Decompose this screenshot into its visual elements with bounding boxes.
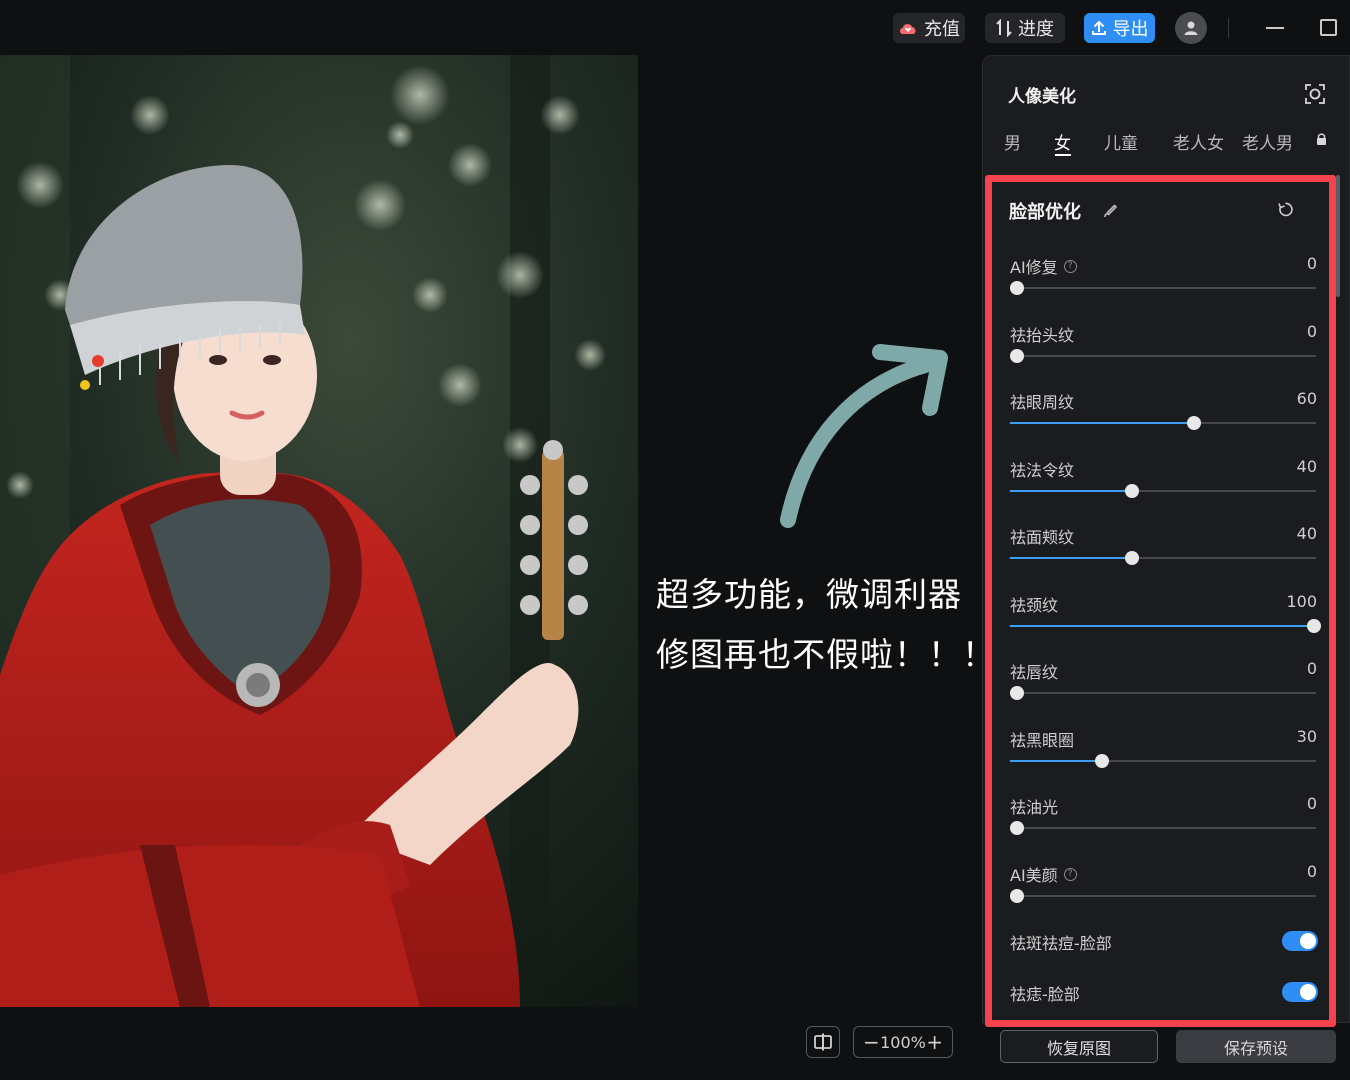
portrait-photo — [0, 55, 638, 1007]
tab-elderly-female[interactable]: 老人女 — [1173, 129, 1224, 154]
pointing-arrow-icon — [780, 344, 948, 528]
zoom-in-button[interactable]: + — [926, 1030, 943, 1054]
tab-active-indicator — [1055, 154, 1071, 156]
tab-female[interactable]: 女 — [1054, 129, 1071, 154]
progress-button[interactable]: 进度 — [985, 13, 1065, 43]
avatar[interactable] — [1175, 12, 1207, 44]
upload-icon — [1091, 20, 1106, 35]
maximize-icon[interactable] — [1320, 19, 1337, 36]
lock-icon — [1317, 133, 1326, 145]
zoom-control: − 100% + — [853, 1026, 953, 1058]
progress-label: 进度 — [1018, 19, 1054, 40]
top-bar: 充值 进度 导出 — [0, 0, 1350, 55]
tab-child[interactable]: 儿童 — [1104, 129, 1138, 154]
toolbar-divider — [1228, 18, 1229, 38]
export-button[interactable]: 导出 — [1084, 13, 1155, 43]
split-compare-icon — [814, 1033, 832, 1051]
restore-original-button[interactable]: 恢复原图 — [1000, 1030, 1158, 1063]
save-preset-button[interactable]: 保存预设 — [1176, 1030, 1336, 1063]
panel-scrollbar[interactable] — [1336, 175, 1340, 297]
sort-arrows-icon — [996, 19, 1012, 37]
tab-elderly-male[interactable]: 老人男 — [1242, 129, 1293, 154]
caption-line-1: 超多功能，微调利器 — [656, 575, 962, 614]
zoom-level: 100% — [880, 1032, 926, 1052]
export-label: 导出 — [1112, 19, 1149, 40]
recharge-button[interactable]: 充值 — [893, 13, 965, 43]
recharge-label: 充值 — [924, 19, 960, 40]
compare-button[interactable] — [806, 1026, 840, 1058]
cloud-heart-icon — [900, 24, 916, 34]
zoom-out-button[interactable]: − — [863, 1030, 880, 1054]
minimize-icon[interactable] — [1266, 27, 1284, 29]
highlight-frame — [985, 175, 1336, 1027]
tab-male[interactable]: 男 — [1004, 129, 1021, 154]
caption-line-2: 修图再也不假啦！！！ — [656, 635, 996, 674]
user-icon — [1184, 21, 1198, 35]
panel-title: 人像美化 — [1008, 87, 1076, 107]
face-scan-icon[interactable] — [1304, 83, 1326, 105]
photo-canvas[interactable] — [0, 55, 638, 1007]
